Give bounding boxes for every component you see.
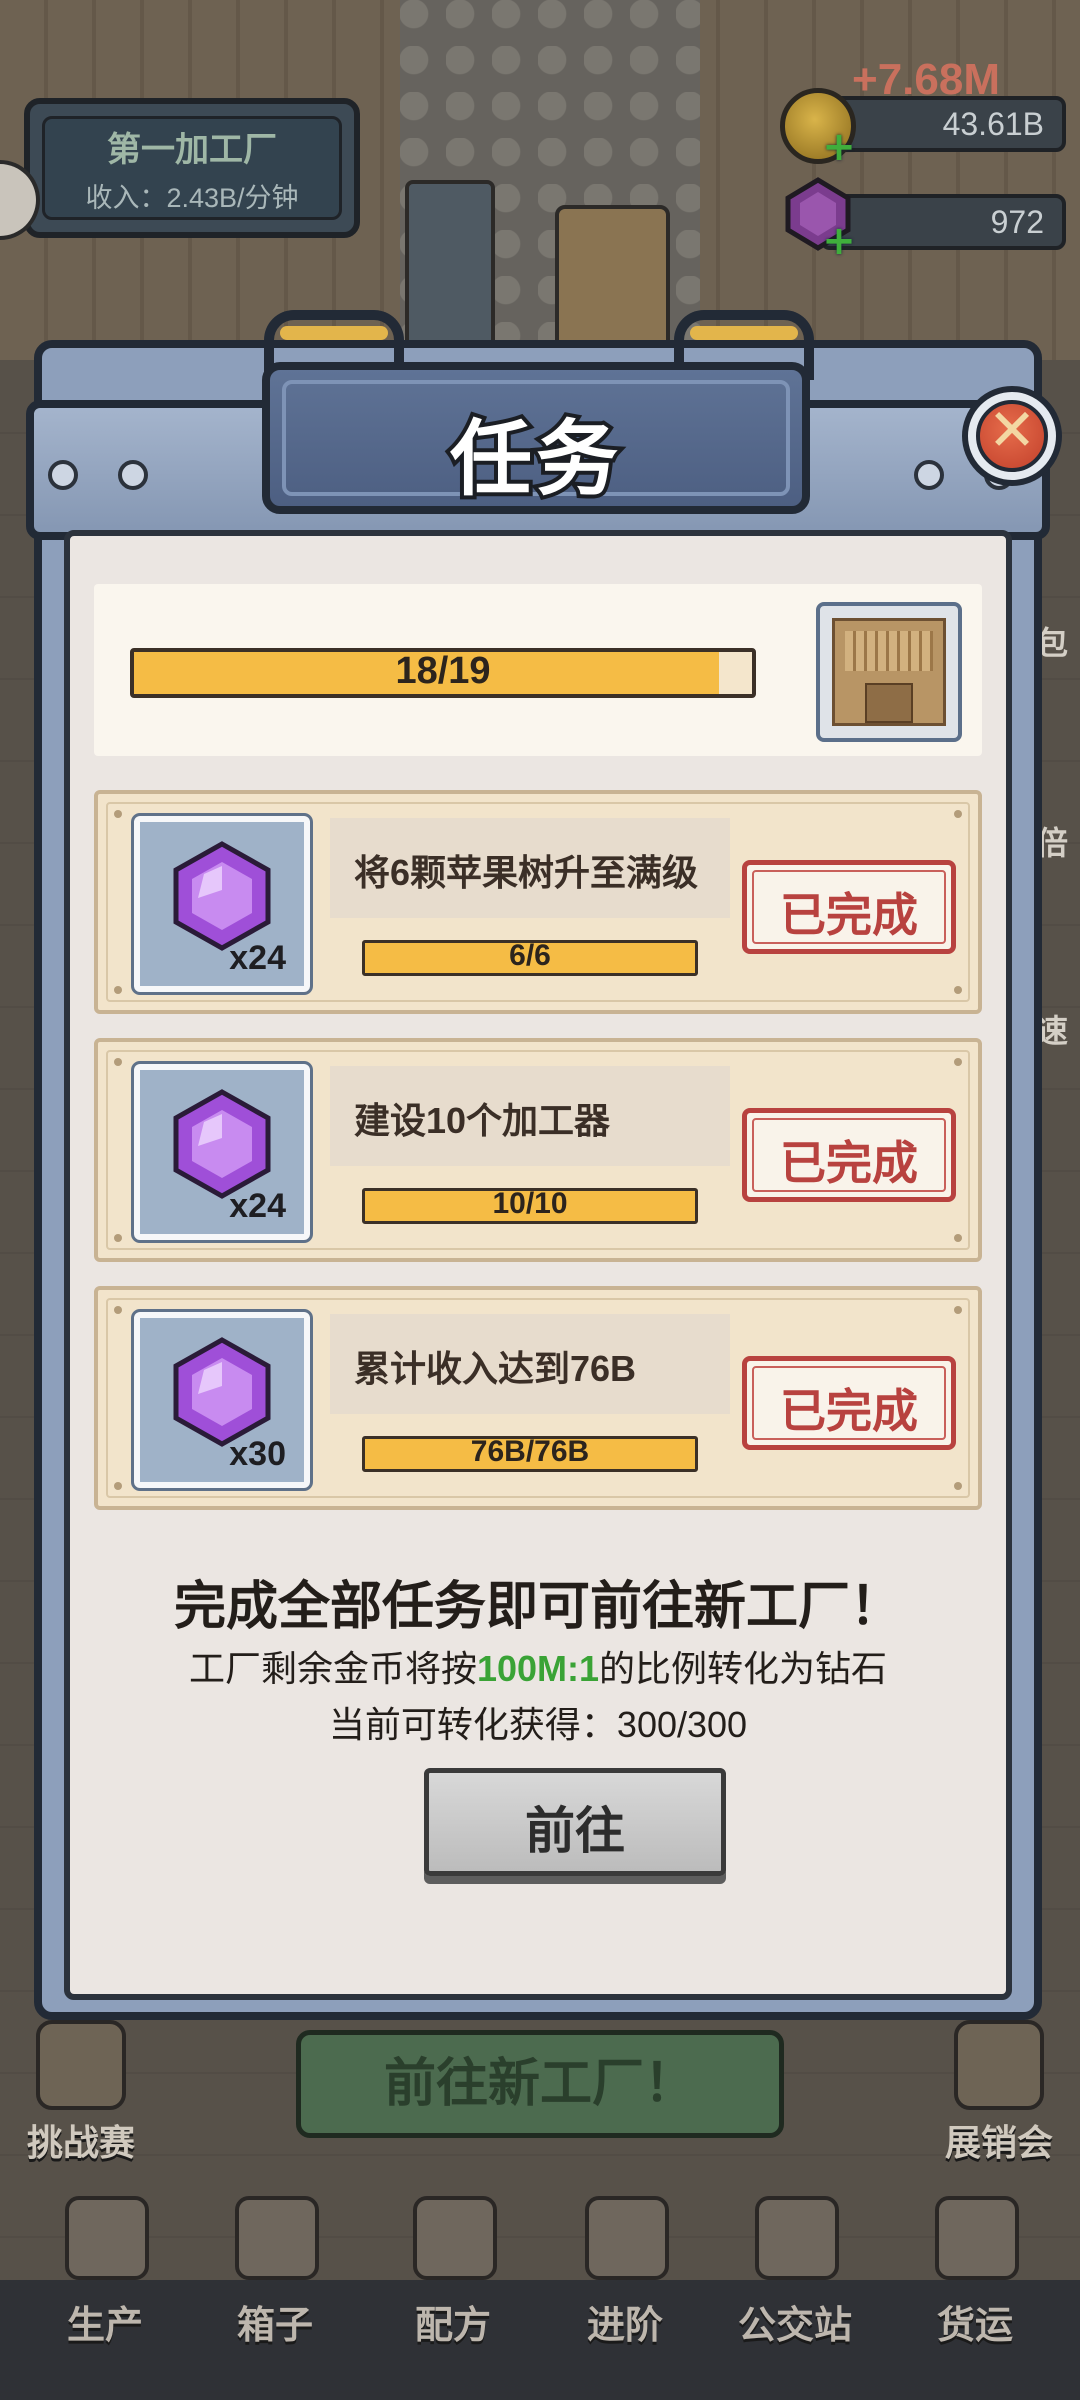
close-button[interactable]: ✕ bbox=[962, 386, 1062, 486]
nav-bus-station[interactable]: 公交站 bbox=[720, 2196, 870, 2347]
task-description: 建设10个加工器 bbox=[354, 1100, 611, 1141]
book-icon bbox=[413, 2196, 497, 2280]
nav-label: 货运 bbox=[936, 2305, 1013, 2347]
overall-progress-panel: 18/19 bbox=[94, 584, 982, 756]
gem-reward: x30 bbox=[131, 1309, 313, 1491]
factory-name: 第一加工厂 bbox=[107, 131, 277, 169]
upgrade-icon bbox=[585, 2196, 669, 2280]
task-completed-badge: 已完成 bbox=[742, 1108, 956, 1202]
screw-icon bbox=[118, 460, 148, 490]
nav-freight[interactable]: 货运 bbox=[900, 2196, 1050, 2347]
gem-reward: x24 bbox=[131, 813, 313, 995]
gem-value: 972 bbox=[990, 204, 1044, 240]
cargo-icon bbox=[935, 2196, 1019, 2280]
nav-label: 箱子 bbox=[236, 2305, 313, 2347]
task-description: 累计收入达到76B bbox=[354, 1348, 637, 1389]
expo-label: 展销会 bbox=[944, 2122, 1053, 2163]
task-status: 已完成 bbox=[780, 889, 918, 941]
task-status: 已完成 bbox=[780, 1137, 918, 1189]
overall-progress-text: 18/19 bbox=[395, 650, 491, 692]
coin-counter: 43.61B bbox=[820, 96, 1066, 152]
nav-label: 公交站 bbox=[737, 2305, 852, 2347]
convertible-amount-text: 当前可转化获得：300/300 bbox=[328, 1704, 748, 1745]
reward-qty: x24 bbox=[229, 939, 286, 977]
dialog-body: 18/19 x24 将6颗苹果树升至满级 6/6 已完成 x24 建设10个加工… bbox=[64, 530, 1012, 2000]
add-coins-icon[interactable]: + bbox=[822, 127, 856, 167]
task-progress-bar: 76B/76B bbox=[362, 1435, 698, 1472]
nav-advance[interactable]: 进阶 bbox=[550, 2196, 700, 2347]
task-completed-badge: 已完成 bbox=[742, 860, 956, 954]
goto-new-factory-button[interactable]: 前往新工厂！ bbox=[296, 2030, 784, 2138]
task-completed-badge: 已完成 bbox=[742, 1356, 956, 1450]
gem-reward: x24 bbox=[131, 1061, 313, 1243]
reward-qty: x24 bbox=[229, 1187, 286, 1225]
task-status: 已完成 bbox=[780, 1385, 918, 1437]
nav-production[interactable]: 生产 bbox=[30, 2196, 180, 2347]
dialog-title: 任务 bbox=[446, 410, 622, 509]
title-plate: 任务 bbox=[262, 362, 810, 514]
add-gems-icon[interactable]: + bbox=[822, 221, 856, 261]
task-card: x24 将6颗苹果树升至满级 6/6 已完成 bbox=[94, 790, 982, 1014]
challenge-button[interactable]: 挑战赛 bbox=[6, 2010, 156, 2163]
task-card: x30 累计收入达到76B 76B/76B 已完成 bbox=[94, 1286, 982, 1510]
conversion-text-pre: 工厂剩余金币将按 bbox=[188, 1648, 477, 1689]
task-card: x24 建设10个加工器 10/10 已完成 bbox=[94, 1038, 982, 1262]
task-progress-text: 10/10 bbox=[492, 1187, 568, 1220]
go-button-label: 前往 bbox=[525, 1803, 625, 1859]
robot-arm-icon bbox=[65, 2196, 149, 2280]
gem-counter: 972 bbox=[820, 194, 1066, 250]
conversion-rate-highlight: 100M:1 bbox=[476, 1648, 600, 1689]
factory-info-plate[interactable]: 第一加工厂 收入：2.43B/分钟 bbox=[24, 98, 360, 238]
task-description: 将6颗苹果树升至满级 bbox=[354, 852, 699, 893]
box-icon bbox=[235, 2196, 319, 2280]
truck-icon bbox=[405, 180, 495, 350]
conversion-text-post: 的比例转化为钻石 bbox=[599, 1648, 888, 1689]
bus-stop-icon bbox=[755, 2196, 839, 2280]
trophy-icon bbox=[36, 2020, 126, 2110]
expo-button[interactable]: 展销会 bbox=[924, 2010, 1074, 2163]
coin-value: 43.61B bbox=[942, 106, 1044, 142]
truck-icon bbox=[555, 205, 670, 355]
nav-label: 配方 bbox=[414, 2305, 491, 2347]
map-icon bbox=[954, 2020, 1044, 2110]
nav-boxes[interactable]: 箱子 bbox=[200, 2196, 350, 2347]
task-progress-bar: 6/6 bbox=[362, 939, 698, 976]
nav-label: 进阶 bbox=[586, 2305, 663, 2347]
screw-icon bbox=[48, 460, 78, 490]
reward-qty: x30 bbox=[229, 1435, 286, 1473]
factory-building-icon[interactable] bbox=[816, 602, 962, 742]
screw-icon bbox=[914, 460, 944, 490]
nav-label: 生产 bbox=[66, 2305, 143, 2347]
task-dialog: 任务 18/19 x24 将6颗苹果树升至满级 6/6 已完成 x24 建设10… bbox=[26, 310, 1050, 2020]
challenge-label: 挑战赛 bbox=[26, 2122, 135, 2163]
nav-recipes[interactable]: 配方 bbox=[378, 2196, 528, 2347]
factory-income: 收入：2.43B/分钟 bbox=[85, 183, 299, 213]
conversion-rate-text: 工厂剩余金币将按100M:1的比例转化为钻石 bbox=[70, 1640, 1006, 1692]
go-button[interactable]: 前往 bbox=[424, 1768, 726, 1876]
overall-progress-bar: 18/19 bbox=[130, 648, 756, 698]
task-progress-bar: 10/10 bbox=[362, 1187, 698, 1224]
task-progress-text: 76B/76B bbox=[470, 1435, 590, 1468]
close-x-glyph: ✕ bbox=[987, 396, 1037, 464]
footer-title: 完成全部任务即可前往新工厂！ bbox=[173, 1578, 902, 1636]
task-progress-text: 6/6 bbox=[509, 939, 551, 972]
